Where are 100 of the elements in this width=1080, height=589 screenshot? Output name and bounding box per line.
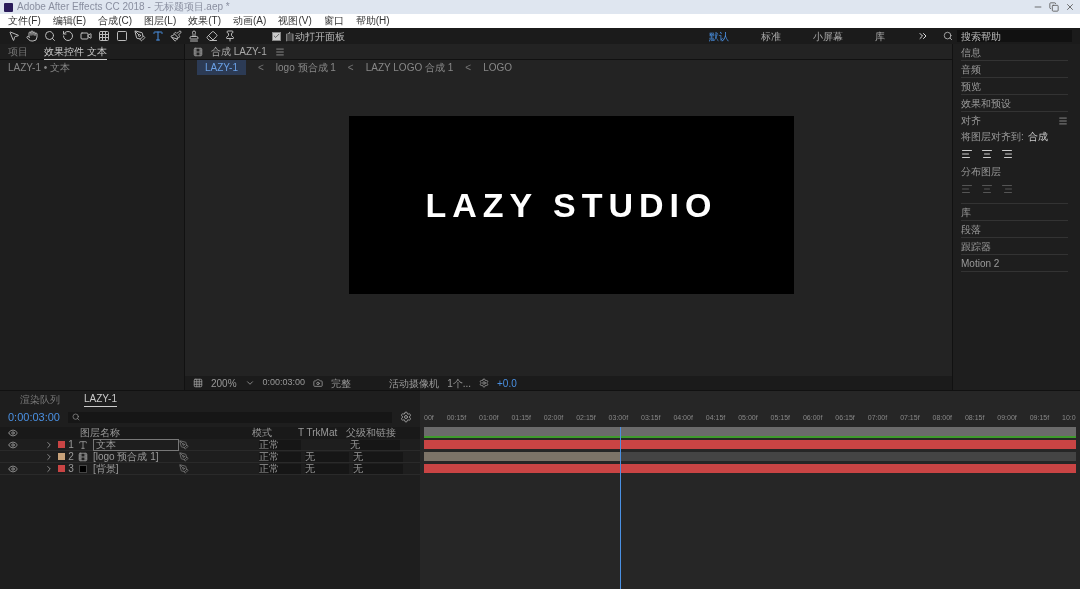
views-dropdown[interactable]: 1个... xyxy=(447,375,472,391)
zoom-dropdown[interactable]: 200% xyxy=(211,375,237,391)
checkbox-label: 自动打开面板 xyxy=(285,29,345,44)
menu-item[interactable]: 合成(C) xyxy=(98,16,132,26)
menu-icon[interactable] xyxy=(1058,115,1068,126)
layer-name[interactable]: 文本 xyxy=(93,438,179,451)
expand-icon[interactable] xyxy=(44,439,54,450)
distribute-icon[interactable] xyxy=(981,183,993,195)
chevron-down-icon[interactable] xyxy=(244,378,255,388)
layer-row[interactable]: 2 [logo 预合成 1] 正常 无 无 xyxy=(0,451,420,463)
panel-tab[interactable]: 效果控件 文本 xyxy=(44,43,107,60)
mode-dropdown[interactable]: 正常 xyxy=(259,463,301,474)
expand-icon[interactable] xyxy=(44,451,54,462)
breadcrumb-link[interactable]: logo 预合成 1 xyxy=(275,59,336,75)
camera-icon[interactable] xyxy=(313,378,324,388)
settings-icon[interactable] xyxy=(479,378,490,388)
layer-row[interactable]: 3 [背景] 正常 无 无 xyxy=(0,463,420,475)
panel-heading[interactable]: 段落 xyxy=(961,221,1068,238)
label-color-swatch[interactable] xyxy=(58,441,65,448)
brush-tool-icon[interactable] xyxy=(170,30,182,42)
stamp-tool-icon[interactable] xyxy=(188,30,200,42)
align-right-icon[interactable] xyxy=(1001,148,1013,160)
timecode[interactable]: 0:00:03:00 xyxy=(262,376,306,390)
switch-icon[interactable] xyxy=(179,451,189,462)
workspace-tab[interactable]: 标准 xyxy=(761,28,781,44)
pin-tool-icon[interactable] xyxy=(224,30,236,42)
distribute-icon[interactable] xyxy=(961,183,973,195)
camera-tool-icon[interactable] xyxy=(80,30,92,42)
menu-item[interactable]: 视图(V) xyxy=(278,16,312,26)
close-icon[interactable] xyxy=(1064,2,1076,12)
workspace-tab[interactable]: 库 xyxy=(875,28,885,44)
menu-item[interactable]: 效果(T) xyxy=(188,16,222,26)
distribute-label: 分布图层 xyxy=(961,165,1002,179)
label-color-swatch[interactable] xyxy=(58,465,65,472)
grid-icon[interactable] xyxy=(193,378,203,388)
current-time[interactable]: 0:00:03:00 xyxy=(8,408,60,426)
label-color-swatch[interactable] xyxy=(58,453,65,460)
resolution-dropdown[interactable]: 完整 xyxy=(331,375,382,391)
timeline-tab[interactable]: 渲染队列 xyxy=(20,391,60,407)
switch-icon[interactable] xyxy=(179,463,189,474)
distribute-icon[interactable] xyxy=(1001,183,1013,195)
align-left-icon[interactable] xyxy=(961,148,973,160)
camera-dropdown[interactable]: 活动摄像机 xyxy=(389,375,440,391)
search-field[interactable]: 搜索帮助 xyxy=(957,30,1072,42)
layer-duration-bar[interactable] xyxy=(424,451,620,461)
panel-heading[interactable]: 音频 xyxy=(961,61,1068,78)
menu-item[interactable]: 文件(F) xyxy=(8,16,41,26)
mode-dropdown[interactable]: 正常 xyxy=(259,451,301,462)
breadcrumb-link[interactable]: LAZY LOGO 合成 1 xyxy=(365,59,454,75)
workspace-tab[interactable]: 默认 xyxy=(709,28,729,44)
panel-heading[interactable]: 库 xyxy=(961,204,1068,221)
trkmat-dropdown[interactable]: 无 xyxy=(305,451,349,462)
align-to-dropdown[interactable]: 合成 xyxy=(1027,129,1048,144)
parent-dropdown[interactable]: 无 xyxy=(353,451,403,462)
menu-item[interactable]: 帮助(H) xyxy=(355,16,390,26)
menu-item[interactable]: 图层(L) xyxy=(144,16,177,26)
timeline-tab[interactable]: LAZY-1 xyxy=(84,391,117,407)
restore-icon[interactable] xyxy=(1048,2,1060,12)
rotate-tool-icon[interactable] xyxy=(62,30,74,42)
exposure-value[interactable]: +0.0 xyxy=(497,375,517,391)
panel-heading[interactable]: 跟踪器 xyxy=(961,238,1068,255)
align-center-icon[interactable] xyxy=(981,148,993,160)
panel-heading[interactable]: Motion 2 xyxy=(961,255,1068,272)
layer-duration-bar[interactable] xyxy=(424,439,1076,449)
zoom-tool-icon[interactable] xyxy=(44,30,56,42)
panel-heading[interactable]: 信息 xyxy=(961,44,1068,61)
layer-name[interactable]: [logo 预合成 1] xyxy=(93,451,179,462)
layer-row[interactable]: 1 文本 正常 无 xyxy=(0,439,420,451)
eye-icon[interactable] xyxy=(8,439,18,450)
more-icon[interactable] xyxy=(917,30,929,42)
eye-icon[interactable] xyxy=(8,463,18,474)
panel-heading[interactable]: 预览 xyxy=(961,78,1068,95)
layer-duration-bar[interactable] xyxy=(424,463,1076,473)
eraser-tool-icon[interactable] xyxy=(206,30,218,42)
menu-item[interactable]: 动画(A) xyxy=(233,16,267,26)
workspace-tab[interactable]: 小屏幕 xyxy=(813,28,843,44)
expand-icon[interactable] xyxy=(44,463,54,474)
rectangle-tool-icon[interactable] xyxy=(116,30,128,42)
hand-tool-icon[interactable] xyxy=(26,30,38,42)
menu-item[interactable]: 窗口 xyxy=(323,16,344,26)
mode-dropdown[interactable]: 正常 xyxy=(259,439,301,450)
pen-tool-icon[interactable] xyxy=(134,30,146,42)
selection-tool-icon[interactable] xyxy=(8,30,20,42)
panel-heading[interactable]: 效果和预设 xyxy=(961,95,1068,112)
menu-item[interactable]: 编辑(E) xyxy=(52,16,87,26)
parent-dropdown[interactable]: 无 xyxy=(350,439,400,450)
layer-name[interactable]: [背景] xyxy=(93,463,179,474)
timeline-settings-icon[interactable] xyxy=(400,411,412,423)
composition-tab[interactable]: 合成 LAZY-1 xyxy=(211,44,267,59)
switch-icon[interactable] xyxy=(179,439,189,450)
layer-search-field[interactable] xyxy=(68,411,392,423)
trkmat-dropdown[interactable]: 无 xyxy=(305,463,349,474)
parent-dropdown[interactable]: 无 xyxy=(353,463,403,474)
menu-icon[interactable] xyxy=(274,46,285,57)
checkbox[interactable] xyxy=(272,31,281,41)
panel-tab[interactable]: 项目 xyxy=(8,44,28,59)
breadcrumb-link[interactable]: LOGO xyxy=(483,59,513,75)
layer-number: 1 xyxy=(67,439,75,450)
type-tool-icon[interactable] xyxy=(152,30,164,42)
panel-heading[interactable]: 对齐 xyxy=(961,113,981,128)
